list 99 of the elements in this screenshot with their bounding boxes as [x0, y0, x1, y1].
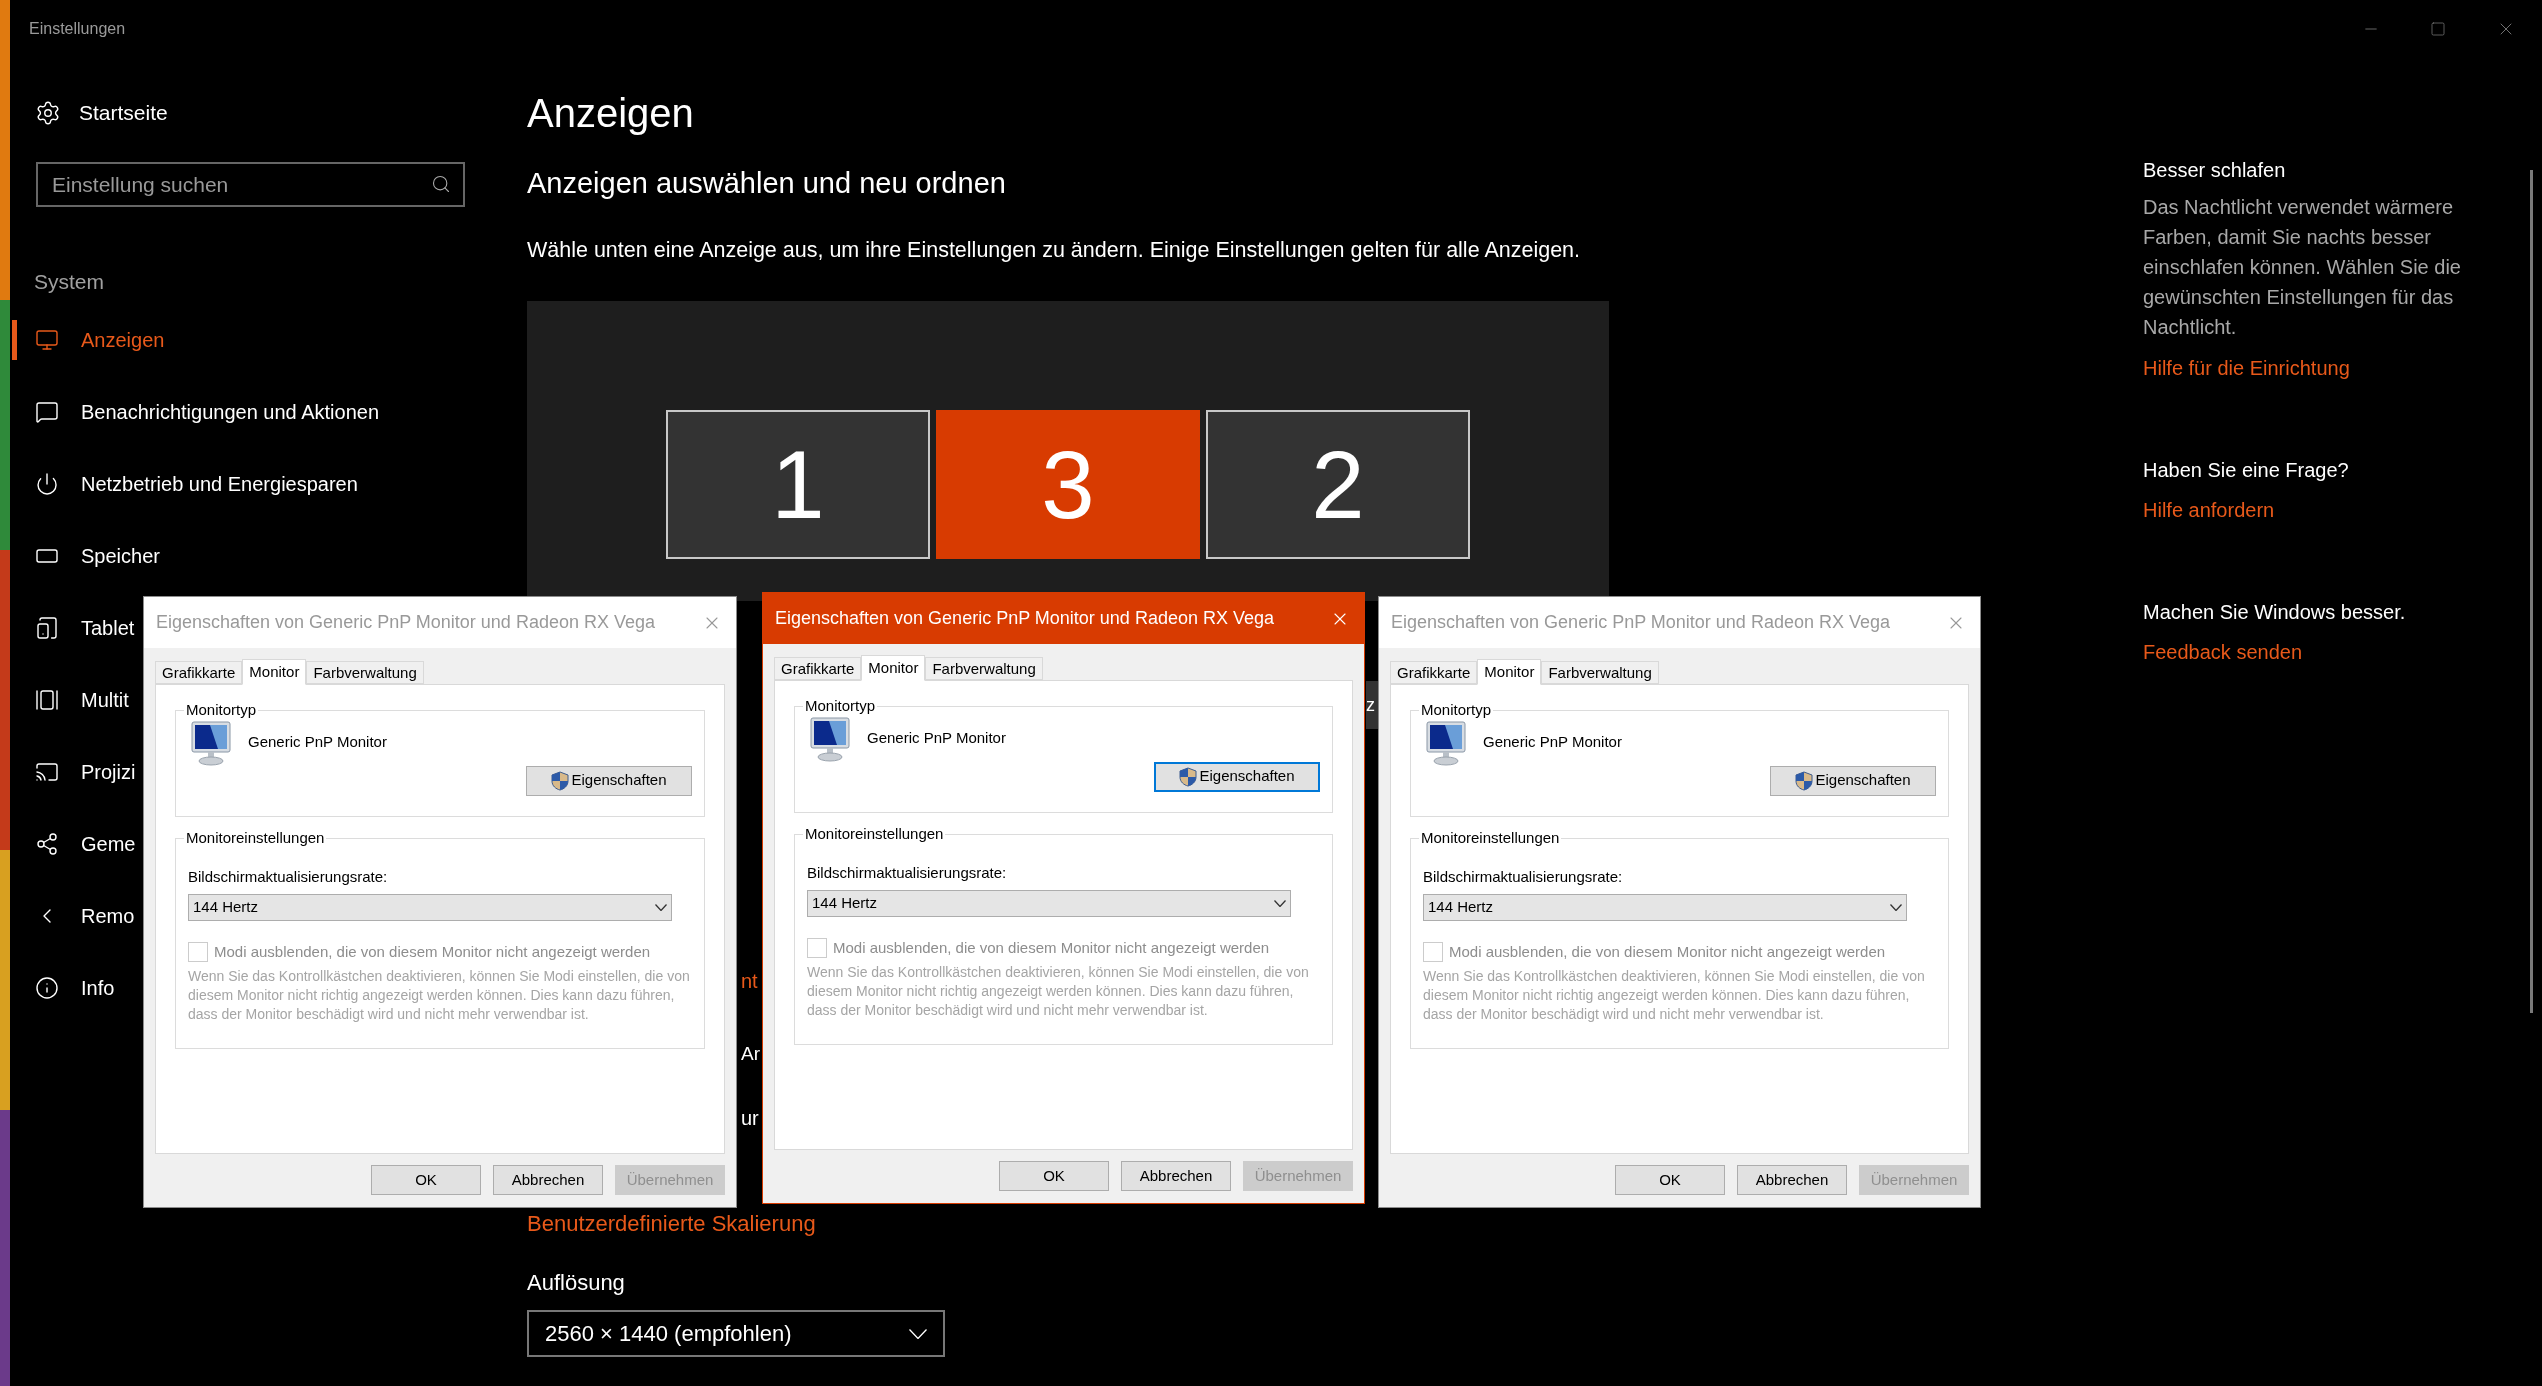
- search-icon: [431, 174, 451, 194]
- chevron-down-icon: [1890, 904, 1902, 911]
- monitor-name: Generic PnP Monitor: [867, 728, 1006, 749]
- monitor-name: Generic PnP Monitor: [1483, 732, 1622, 753]
- scaling-link[interactable]: Benutzerdefinierte Skalierung: [527, 1211, 2127, 1237]
- rate-dropdown[interactable]: 144 Hertz: [807, 890, 1291, 917]
- description: Wähle unten eine Anzeige aus, um ihre Einstellungen zu ändern. Einige Einstellungen gelten für alle Anzeigen.: [527, 237, 1582, 264]
- dialog-button[interactable]: OK: [371, 1165, 481, 1195]
- dialog-button[interactable]: Abbrechen: [1121, 1161, 1231, 1191]
- help-heading: Machen Sie Windows besser.: [2143, 600, 2407, 625]
- dialog-title: Eigenschaften von Generic PnP Monitor und Radeon RX Vega: [775, 607, 1274, 630]
- warning-note: Wenn Sie das Kontrollkästchen deaktivieren, können Sie Modi einstellen, die von diesem Monitor nicht richtig angezeigt werden können. Dies kann dazu führen, dass der Monitor beschädigt wird und nicht mehr verwendbar ist.: [188, 966, 691, 1024]
- dialog-button[interactable]: Abbrechen: [493, 1165, 603, 1195]
- group-label: Monitoreinstellungen: [804, 824, 945, 844]
- dialog-title: Eigenschaften von Generic PnP Monitor und Radeon RX Vega: [156, 611, 655, 634]
- chevron-down-icon: [655, 904, 667, 911]
- shield-icon: [1179, 766, 1198, 787]
- window-title: Einstellungen: [29, 19, 126, 39]
- covered-text: Ar: [741, 1042, 760, 1066]
- tab[interactable]: Grafikkarte: [1390, 661, 1478, 684]
- chevron-down-icon: [1274, 900, 1286, 907]
- monitor-icon: [1423, 719, 1469, 766]
- dialog-button[interactable]: Abbrechen: [1737, 1165, 1847, 1195]
- group-label: Monitortyp: [185, 700, 258, 720]
- properties-button[interactable]: Eigenschaften: [526, 765, 692, 796]
- sidebar-item[interactable]: Speicher: [0, 541, 160, 571]
- maximize-icon[interactable]: [2430, 21, 2446, 37]
- dialog-button[interactable]: OK: [1615, 1165, 1725, 1195]
- group-label: Monitortyp: [804, 696, 877, 716]
- properties-button[interactable]: Eigenschaften: [1770, 765, 1936, 796]
- group-label: Monitoreinstellungen: [185, 828, 326, 848]
- chevron-down-icon: [909, 1328, 927, 1339]
- sidebar-item[interactable]: Anzeigen: [0, 325, 165, 355]
- sidebar-item[interactable]: Geme: [0, 829, 136, 859]
- resolution-dropdown[interactable]: 2560 × 1440 (empfohlen): [527, 1310, 945, 1357]
- monitor-icon: [188, 719, 234, 766]
- shield-icon: [1795, 770, 1814, 791]
- selection-bar: [12, 320, 17, 360]
- tab[interactable]: Monitor: [242, 659, 307, 685]
- monitor-icon: [807, 715, 853, 762]
- scrollbar[interactable]: [2530, 170, 2533, 1013]
- properties-button[interactable]: Eigenschaften: [1154, 761, 1320, 792]
- rate-dropdown[interactable]: 144 Hertz: [188, 894, 672, 921]
- sidebar-item[interactable]: Benachrichtigungen und Aktionen: [0, 397, 379, 427]
- dialog-title: Eigenschaften von Generic PnP Monitor und Radeon RX Vega: [1391, 611, 1890, 634]
- sidebar-item[interactable]: Info: [0, 973, 115, 1003]
- dialog-button[interactable]: OK: [999, 1161, 1109, 1191]
- warning-note: Wenn Sie das Kontrollkästchen deaktivieren, können Sie Modi einstellen, die von diesem Monitor nicht richtig angezeigt werden können. Dies kann dazu führen, dass der Monitor beschädigt wird und nicht mehr verwendbar ist.: [1423, 966, 1926, 1024]
- search-field[interactable]: Einstellung suchen: [36, 162, 465, 207]
- tab[interactable]: Grafikkarte: [155, 661, 243, 684]
- display-tile[interactable]: 1: [666, 410, 930, 559]
- monitor-name: Generic PnP Monitor: [248, 732, 387, 753]
- group-label: Monitoreinstellungen: [1420, 828, 1561, 848]
- page-title: Anzeigen: [527, 90, 695, 137]
- tab[interactable]: Farbverwaltung: [306, 661, 424, 684]
- help-text: Das Nachtlicht verwendet wärmere Farben, damit Sie nachts besser einschlafen können. Wählen Sie die gewünschten Einstellungen für das Nachtlicht.: [2143, 195, 2462, 340]
- checkbox-label: Modi ausblenden, die von diesem Monitor nicht angezeigt werden: [1449, 942, 1886, 962]
- share-icon: [35, 832, 59, 856]
- tab[interactable]: Farbverwaltung: [925, 657, 1043, 680]
- field-label: Bildschirmaktualisierungsrate:: [1423, 866, 1624, 887]
- rate-dropdown[interactable]: 144 Hertz: [1423, 894, 1907, 921]
- tab[interactable]: Grafikkarte: [774, 657, 862, 680]
- shield-icon: [551, 770, 570, 791]
- display-tile[interactable]: 3: [936, 410, 1200, 559]
- help-heading: Haben Sie eine Frage?: [2143, 458, 2350, 483]
- power-icon: [35, 472, 59, 496]
- display-tile[interactable]: 2: [1206, 410, 1470, 559]
- checkbox-label: Modi ausblenden, die von diesem Monitor nicht angezeigt werden: [214, 942, 651, 962]
- cast-icon: [35, 760, 59, 784]
- help-link[interactable]: Feedback senden: [2143, 638, 2515, 666]
- sidebar-item[interactable]: Remo: [0, 901, 135, 931]
- section-heading: System: [34, 269, 105, 294]
- warning-note: Wenn Sie das Kontrollkästchen deaktivieren, können Sie Modi einstellen, die von diesem Monitor nicht richtig angezeigt werden können. Dies kann dazu führen, dass der Monitor beschädigt wird und nicht mehr verwendbar ist.: [807, 962, 1310, 1020]
- field-label: Bildschirmaktualisierungsrate:: [807, 862, 1008, 883]
- field-label: Auflösung: [527, 1270, 626, 1296]
- home-link[interactable]: Startseite: [35, 90, 168, 136]
- info-icon: [35, 976, 59, 1000]
- settings-icon: [35, 100, 61, 126]
- field-label: Bildschirmaktualisierungsrate:: [188, 866, 389, 887]
- tab[interactable]: Farbverwaltung: [1541, 661, 1659, 684]
- section-title: Anzeigen auswählen und neu ordnen: [527, 166, 1007, 201]
- sidebar-item[interactable]: Projizi: [0, 757, 136, 787]
- speech-bubble-icon: [35, 400, 59, 424]
- covered-text: z: [1366, 681, 1378, 729]
- help-heading: Besser schlafen: [2143, 158, 2287, 183]
- help-link[interactable]: Hilfe anfordern: [2143, 496, 2515, 524]
- tab[interactable]: Monitor: [861, 655, 926, 681]
- tablet-icon: [35, 616, 59, 640]
- checkbox-label: Modi ausblenden, die von diesem Monitor nicht angezeigt werden: [833, 938, 1270, 958]
- group-label: Monitortyp: [1420, 700, 1493, 720]
- help-link[interactable]: Hilfe für die Einrichtung: [2143, 354, 2515, 382]
- covered-text: ur: [741, 1106, 759, 1131]
- covered-text: nt: [741, 969, 758, 994]
- sidebar-item[interactable]: Multit: [0, 685, 129, 715]
- sidebar-item[interactable]: Tablet: [0, 613, 135, 643]
- gallery-icon: [35, 688, 59, 712]
- monitor-icon: [35, 328, 59, 352]
- tab[interactable]: Monitor: [1477, 659, 1542, 685]
- sidebar-item[interactable]: Netzbetrieb und Energiesparen: [0, 469, 358, 499]
